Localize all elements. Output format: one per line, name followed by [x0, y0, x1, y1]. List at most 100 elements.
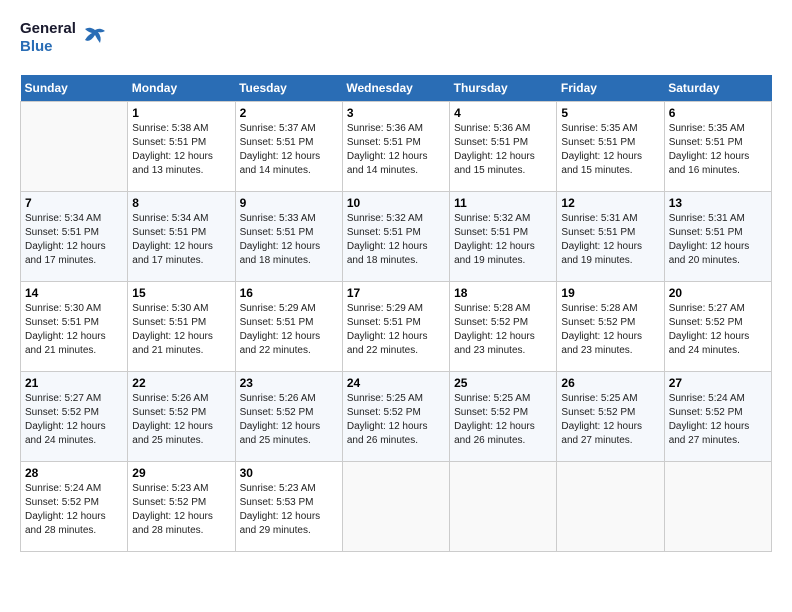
day-number: 26 — [561, 376, 659, 390]
logo-text-general: General — [20, 20, 80, 38]
day-header-wednesday: Wednesday — [342, 75, 449, 102]
day-info: Sunrise: 5:30 AMSunset: 5:51 PMDaylight:… — [132, 302, 230, 358]
day-cell-16: 16 Sunrise: 5:29 AMSunset: 5:51 PMDayligh… — [235, 282, 342, 372]
empty-cell — [450, 462, 557, 552]
day-cell-4: 4 Sunrise: 5:36 AMSunset: 5:51 PMDaylight… — [450, 102, 557, 192]
day-info: Sunrise: 5:23 AMSunset: 5:53 PMDaylight:… — [240, 482, 338, 538]
day-number: 29 — [132, 466, 230, 480]
day-number: 25 — [454, 376, 552, 390]
day-cell-22: 22 Sunrise: 5:26 AMSunset: 5:52 PMDayligh… — [128, 372, 235, 462]
day-info: Sunrise: 5:25 AMSunset: 5:52 PMDaylight:… — [454, 392, 552, 448]
day-info: Sunrise: 5:27 AMSunset: 5:52 PMDaylight:… — [669, 302, 767, 358]
day-header-thursday: Thursday — [450, 75, 557, 102]
day-cell-9: 9 Sunrise: 5:33 AMSunset: 5:51 PMDaylight… — [235, 192, 342, 282]
day-cell-21: 21 Sunrise: 5:27 AMSunset: 5:52 PMDayligh… — [21, 372, 128, 462]
day-cell-5: 5Sunrise: 5:35 AMSunset: 5:51 PMDaylight… — [557, 102, 664, 192]
day-info: Sunrise: 5:36 AMSunset: 5:51 PMDaylight:… — [347, 122, 445, 178]
day-header-monday: Monday — [128, 75, 235, 102]
day-number: 7 — [25, 196, 123, 210]
day-number: 4 — [454, 106, 552, 120]
day-info: Sunrise: 5:28 AMSunset: 5:52 PMDaylight:… — [561, 302, 659, 358]
calendar-body: 1Sunrise: 5:38 AMSunset: 5:51 PMDaylight… — [21, 102, 772, 552]
day-info: Sunrise: 5:25 AMSunset: 5:52 PMDaylight:… — [347, 392, 445, 448]
day-cell-8: 8 Sunrise: 5:34 AMSunset: 5:51 PMDaylight… — [128, 192, 235, 282]
day-number: 14 — [25, 286, 123, 300]
day-number: 15 — [132, 286, 230, 300]
day-number: 21 — [25, 376, 123, 390]
day-info: Sunrise: 5:26 AMSunset: 5:52 PMDaylight:… — [240, 392, 338, 448]
day-cell-3: 3 Sunrise: 5:36 AMSunset: 5:51 PMDaylight… — [342, 102, 449, 192]
day-info: Sunrise: 5:34 AMSunset: 5:51 PMDaylight:… — [132, 212, 230, 268]
day-number: 8 — [132, 196, 230, 210]
day-number: 18 — [454, 286, 552, 300]
day-header-sunday: Sunday — [21, 75, 128, 102]
week-row-2: 7 Sunrise: 5:34 AMSunset: 5:51 PMDaylight… — [21, 192, 772, 282]
day-number: 2 — [240, 106, 338, 120]
day-info: Sunrise: 5:35 AMSunset: 5:51 PMDaylight:… — [669, 122, 767, 178]
day-number: 23 — [240, 376, 338, 390]
day-cell-1: 1Sunrise: 5:38 AMSunset: 5:51 PMDaylight… — [128, 102, 235, 192]
day-cell-23: 23 Sunrise: 5:26 AMSunset: 5:52 PMDayligh… — [235, 372, 342, 462]
day-number: 1 — [132, 106, 230, 120]
day-number: 30 — [240, 466, 338, 480]
day-cell-17: 17 Sunrise: 5:29 AMSunset: 5:51 PMDayligh… — [342, 282, 449, 372]
calendar-table: SundayMondayTuesdayWednesdayThursdayFrid… — [20, 75, 772, 552]
day-info: Sunrise: 5:29 AMSunset: 5:51 PMDaylight:… — [240, 302, 338, 358]
empty-cell — [664, 462, 771, 552]
day-info: Sunrise: 5:29 AMSunset: 5:51 PMDaylight:… — [347, 302, 445, 358]
day-number: 16 — [240, 286, 338, 300]
day-info: Sunrise: 5:28 AMSunset: 5:52 PMDaylight:… — [454, 302, 552, 358]
logo-container: General Blue — [20, 20, 110, 65]
day-number: 10 — [347, 196, 445, 210]
day-cell-6: 6 Sunrise: 5:35 AMSunset: 5:51 PMDaylight… — [664, 102, 771, 192]
logo: General Blue — [20, 20, 110, 65]
day-number: 6 — [669, 106, 767, 120]
day-cell-12: 12 Sunrise: 5:31 AMSunset: 5:51 PMDayligh… — [557, 192, 664, 282]
day-info: Sunrise: 5:31 AMSunset: 5:51 PMDaylight:… — [669, 212, 767, 268]
day-cell-18: 18 Sunrise: 5:28 AMSunset: 5:52 PMDayligh… — [450, 282, 557, 372]
logo-graphic: General Blue — [20, 20, 80, 65]
day-cell-15: 15 Sunrise: 5:30 AMSunset: 5:51 PMDayligh… — [128, 282, 235, 372]
day-number: 13 — [669, 196, 767, 210]
day-info: Sunrise: 5:37 AMSunset: 5:51 PMDaylight:… — [240, 122, 338, 178]
calendar-header-row: SundayMondayTuesdayWednesdayThursdayFrid… — [21, 75, 772, 102]
day-info: Sunrise: 5:33 AMSunset: 5:51 PMDaylight:… — [240, 212, 338, 268]
day-info: Sunrise: 5:24 AMSunset: 5:52 PMDaylight:… — [669, 392, 767, 448]
day-number: 19 — [561, 286, 659, 300]
day-number: 3 — [347, 106, 445, 120]
day-cell-24: 24 Sunrise: 5:25 AMSunset: 5:52 PMDayligh… — [342, 372, 449, 462]
day-header-tuesday: Tuesday — [235, 75, 342, 102]
day-info: Sunrise: 5:31 AMSunset: 5:51 PMDaylight:… — [561, 212, 659, 268]
day-cell-2: 2 Sunrise: 5:37 AMSunset: 5:51 PMDaylight… — [235, 102, 342, 192]
logo-text-blue: Blue — [20, 38, 80, 56]
day-cell-29: 29 Sunrise: 5:23 AMSunset: 5:52 PMDayligh… — [128, 462, 235, 552]
day-number: 24 — [347, 376, 445, 390]
day-cell-7: 7Sunrise: 5:34 AMSunset: 5:51 PMDaylight… — [21, 192, 128, 282]
week-row-4: 21 Sunrise: 5:27 AMSunset: 5:52 PMDayligh… — [21, 372, 772, 462]
day-header-saturday: Saturday — [664, 75, 771, 102]
day-info: Sunrise: 5:26 AMSunset: 5:52 PMDaylight:… — [132, 392, 230, 448]
day-cell-25: 25 Sunrise: 5:25 AMSunset: 5:52 PMDayligh… — [450, 372, 557, 462]
empty-cell — [557, 462, 664, 552]
day-cell-13: 13 Sunrise: 5:31 AMSunset: 5:51 PMDayligh… — [664, 192, 771, 282]
week-row-1: 1Sunrise: 5:38 AMSunset: 5:51 PMDaylight… — [21, 102, 772, 192]
day-info: Sunrise: 5:25 AMSunset: 5:52 PMDaylight:… — [561, 392, 659, 448]
day-number: 17 — [347, 286, 445, 300]
day-info: Sunrise: 5:27 AMSunset: 5:52 PMDaylight:… — [25, 392, 123, 448]
day-number: 27 — [669, 376, 767, 390]
day-cell-28: 28 Sunrise: 5:24 AMSunset: 5:52 PMDayligh… — [21, 462, 128, 552]
day-number: 22 — [132, 376, 230, 390]
day-info: Sunrise: 5:35 AMSunset: 5:51 PMDaylight:… — [561, 122, 659, 178]
day-info: Sunrise: 5:24 AMSunset: 5:52 PMDaylight:… — [25, 482, 123, 538]
day-number: 9 — [240, 196, 338, 210]
day-info: Sunrise: 5:36 AMSunset: 5:51 PMDaylight:… — [454, 122, 552, 178]
day-cell-27: 27 Sunrise: 5:24 AMSunset: 5:52 PMDayligh… — [664, 372, 771, 462]
week-row-3: 14 Sunrise: 5:30 AMSunset: 5:51 PMDayligh… — [21, 282, 772, 372]
page-header: General Blue — [20, 20, 772, 65]
day-info: Sunrise: 5:32 AMSunset: 5:51 PMDaylight:… — [347, 212, 445, 268]
day-info: Sunrise: 5:32 AMSunset: 5:51 PMDaylight:… — [454, 212, 552, 268]
day-info: Sunrise: 5:23 AMSunset: 5:52 PMDaylight:… — [132, 482, 230, 538]
day-number: 28 — [25, 466, 123, 480]
day-number: 12 — [561, 196, 659, 210]
day-number: 20 — [669, 286, 767, 300]
